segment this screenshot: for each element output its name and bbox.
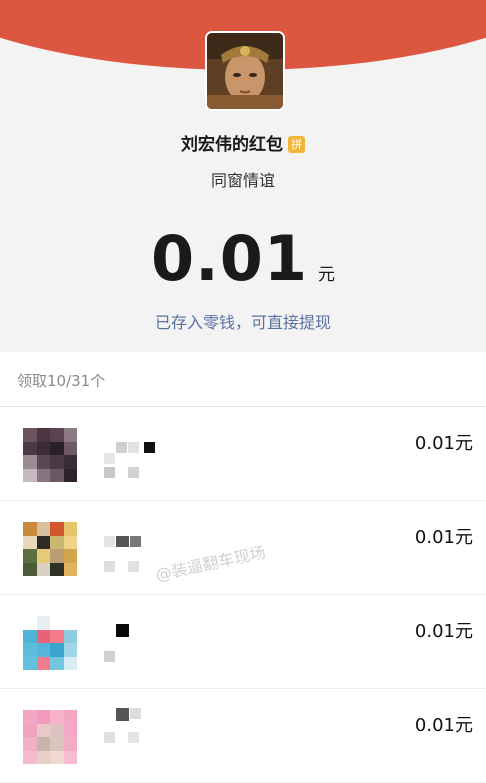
recipient-name-pixelated: [100, 708, 170, 762]
sender-title-row: 刘宏伟的红包拼: [0, 130, 486, 155]
amount-display: 0.01 元: [0, 222, 486, 295]
avatar: [23, 616, 77, 670]
list-item[interactable]: 0.01元: [0, 595, 486, 689]
recipient-amount: 0.01元: [414, 715, 473, 736]
list-item[interactable]: 0.01元: [0, 407, 486, 501]
blessing-text: 同窗情谊: [210, 171, 275, 190]
received-count: 领取10/31个: [17, 372, 106, 390]
amount-value: 0.01: [151, 222, 308, 295]
received-count-row: 领取10/31个: [0, 352, 486, 407]
recipient-name-pixelated: [100, 624, 170, 668]
saved-to-wallet-link[interactable]: 已存入零钱，可直接提现: [0, 309, 486, 333]
avatar-portrait-icon: [207, 33, 283, 109]
avatar: [23, 710, 77, 764]
sender-title: 刘宏伟的红包: [181, 135, 283, 155]
recipient-list: 0.01元 0.01元 0.01元 0.01元: [0, 407, 486, 783]
avatar: [23, 522, 77, 576]
pin-badge: 拼: [288, 136, 305, 153]
amount-unit: 元: [317, 265, 335, 285]
list-item[interactable]: 0.01元: [0, 689, 486, 783]
sender-avatar[interactable]: [205, 31, 285, 111]
red-packet-header: 刘宏伟的红包拼 同窗情谊 0.01 元 已存入零钱，可直接提现: [0, 0, 486, 352]
recipient-amount: 0.01元: [414, 433, 473, 454]
recipient-amount: 0.01元: [414, 621, 473, 642]
recipient-amount: 0.01元: [414, 527, 473, 548]
recipient-name-pixelated: [100, 440, 170, 480]
avatar: [23, 428, 77, 482]
